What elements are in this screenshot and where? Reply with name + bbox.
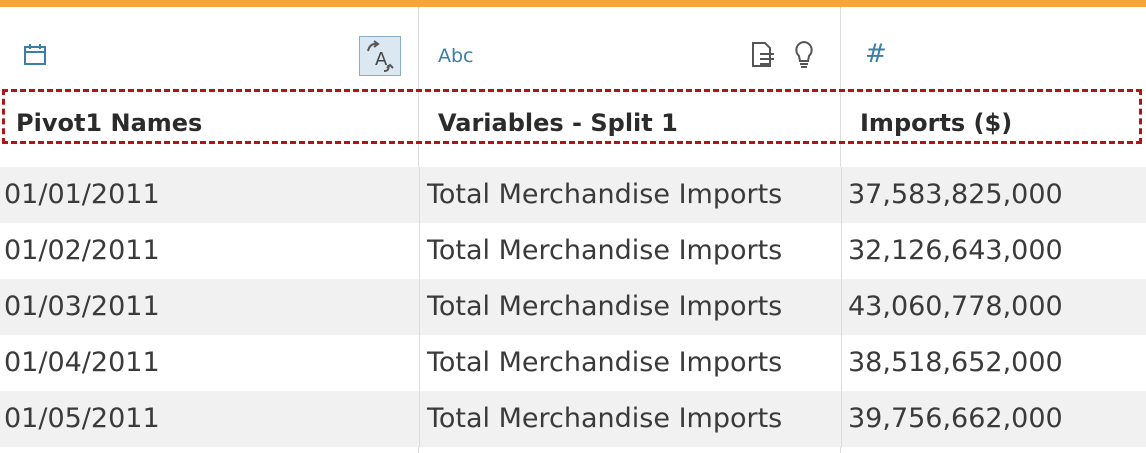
cell-variable[interactable]: Total Merchandise Imports: [427, 403, 782, 434]
column-header[interactable]: Variables - Split 1: [419, 97, 840, 149]
table-row[interactable]: 01/05/2011 Total Merchandise Imports 39,75…: [0, 391, 1146, 447]
column-divider: [841, 391, 842, 447]
column-divider: [419, 223, 420, 279]
column-divider: [419, 167, 420, 223]
column-divider: [841, 279, 842, 335]
cell-imports[interactable]: 39,756,662,000: [848, 403, 1063, 434]
abc-text-icon[interactable]: Abc: [438, 45, 474, 67]
cell-variable[interactable]: Total Merchandise Imports: [427, 179, 782, 210]
table-row[interactable]: 01/02/2011 Total Merchandise Imports 32,12…: [0, 223, 1146, 279]
column-header-label: Pivot1 Names: [16, 109, 203, 137]
convert-data-type-button[interactable]: A: [359, 36, 401, 76]
table-row[interactable]: 01/03/2011 Total Merchandise Imports 43,06…: [0, 279, 1146, 335]
cell-variable[interactable]: Total Merchandise Imports: [427, 347, 782, 378]
document-list-icon[interactable]: [750, 41, 776, 73]
table-row[interactable]: 01/01/2011 Total Merchandise Imports 37,58…: [0, 167, 1146, 223]
cell-date[interactable]: 01/02/2011: [4, 235, 160, 266]
cell-variable[interactable]: Total Merchandise Imports: [427, 291, 782, 322]
column-divider: [841, 223, 842, 279]
column-type-bar: #: [841, 7, 1146, 97]
column-header[interactable]: Imports ($): [841, 97, 1146, 149]
column-divider: [841, 335, 842, 391]
table-row[interactable]: 01/04/2011 Total Merchandise Imports 38,51…: [0, 335, 1146, 391]
column-divider: [419, 391, 420, 447]
data-grid: A Pivot1 Names Abc Variables - Split 1 #…: [0, 7, 1146, 453]
column-header[interactable]: Pivot1 Names: [0, 97, 418, 149]
column-divider: [419, 279, 420, 335]
svg-text:A: A: [375, 49, 388, 70]
hash-icon[interactable]: #: [865, 39, 887, 69]
column-type-bar: A: [0, 7, 418, 97]
column-header-label: Imports ($): [860, 109, 1013, 137]
cell-date[interactable]: 01/04/2011: [4, 347, 160, 378]
cell-imports[interactable]: 38,518,652,000: [848, 347, 1063, 378]
lightbulb-icon[interactable]: [793, 40, 815, 74]
cell-variable[interactable]: Total Merchandise Imports: [427, 235, 782, 266]
cell-imports[interactable]: 32,126,643,000: [848, 235, 1063, 266]
column-type-bar: Abc: [419, 7, 840, 97]
cell-date[interactable]: 01/05/2011: [4, 403, 160, 434]
cell-date[interactable]: 01/03/2011: [4, 291, 160, 322]
cell-imports[interactable]: 37,583,825,000: [848, 179, 1063, 210]
text-convert-icon: A: [367, 40, 394, 72]
column-divider: [841, 167, 842, 223]
top-accent-bar: [0, 0, 1146, 7]
column-header-label: Variables - Split 1: [438, 109, 678, 137]
calendar-icon[interactable]: [23, 43, 47, 71]
column-divider: [419, 335, 420, 391]
cell-date[interactable]: 01/01/2011: [4, 179, 160, 210]
cell-imports[interactable]: 43,060,778,000: [848, 291, 1063, 322]
